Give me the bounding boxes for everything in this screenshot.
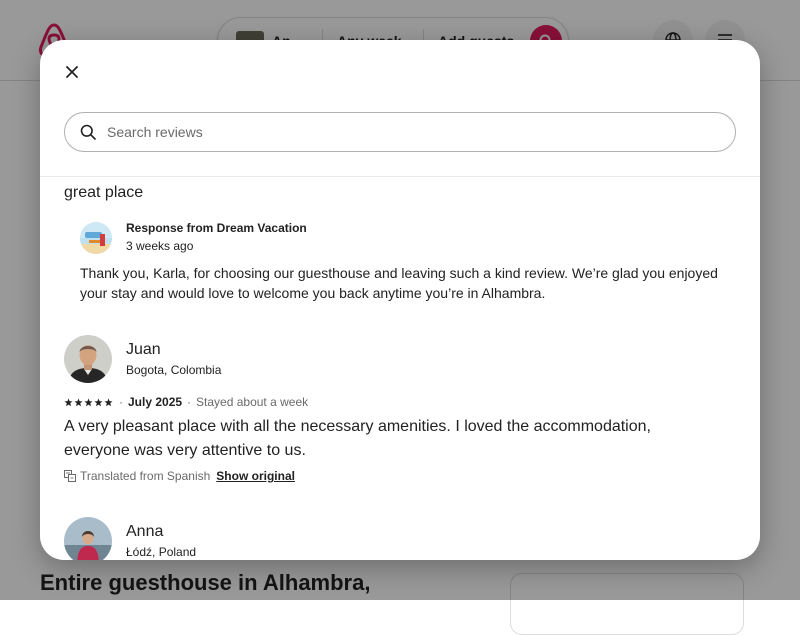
star-icon	[84, 397, 93, 406]
star-icon	[94, 397, 103, 406]
reviewer-avatar[interactable]	[64, 335, 112, 383]
host-response-text: Thank you, Karla, for choosing our guest…	[80, 265, 718, 301]
reviewer-avatar[interactable]	[64, 517, 112, 560]
meta-separator: ·	[187, 395, 192, 409]
translation-row: Translated from Spanish Show original	[64, 469, 295, 483]
translation-note: Translated from Spanish	[80, 469, 211, 483]
show-original-link[interactable]: Show original	[216, 469, 295, 483]
star-icon	[74, 397, 83, 406]
host-avatar	[80, 222, 112, 254]
host-response-time: 3 weeks ago	[126, 239, 194, 253]
star-icon	[64, 397, 73, 406]
reviews-modal: great place Response from Dream Vacation…	[40, 40, 760, 560]
reviewer-name: Juan	[126, 341, 161, 358]
star-icon	[104, 397, 113, 406]
reviewer-location: Bogota, Colombia	[126, 363, 222, 377]
review-meta: · July 2025 · Stayed about a week	[64, 395, 308, 409]
meta-separator: ·	[119, 395, 123, 409]
reviews-list[interactable]: great place Response from Dream Vacation…	[40, 177, 760, 560]
review-text: great place	[64, 184, 144, 201]
star-rating	[64, 397, 114, 407]
close-button[interactable]	[58, 58, 86, 86]
review-text: A very pleasant place with all the neces…	[64, 418, 651, 459]
host-response-title: Response from Dream Vacation	[126, 221, 307, 235]
search-icon	[80, 124, 96, 140]
reviewer-location: Łódź, Poland	[126, 545, 197, 559]
review-date: July 2025	[128, 395, 183, 409]
stay-duration: Stayed about a week	[196, 395, 309, 409]
search-reviews-input[interactable]	[105, 123, 709, 141]
translate-icon	[64, 470, 76, 482]
review-search-box[interactable]	[64, 112, 736, 152]
close-icon	[66, 66, 78, 78]
reviewer-name: Anna	[126, 523, 164, 540]
